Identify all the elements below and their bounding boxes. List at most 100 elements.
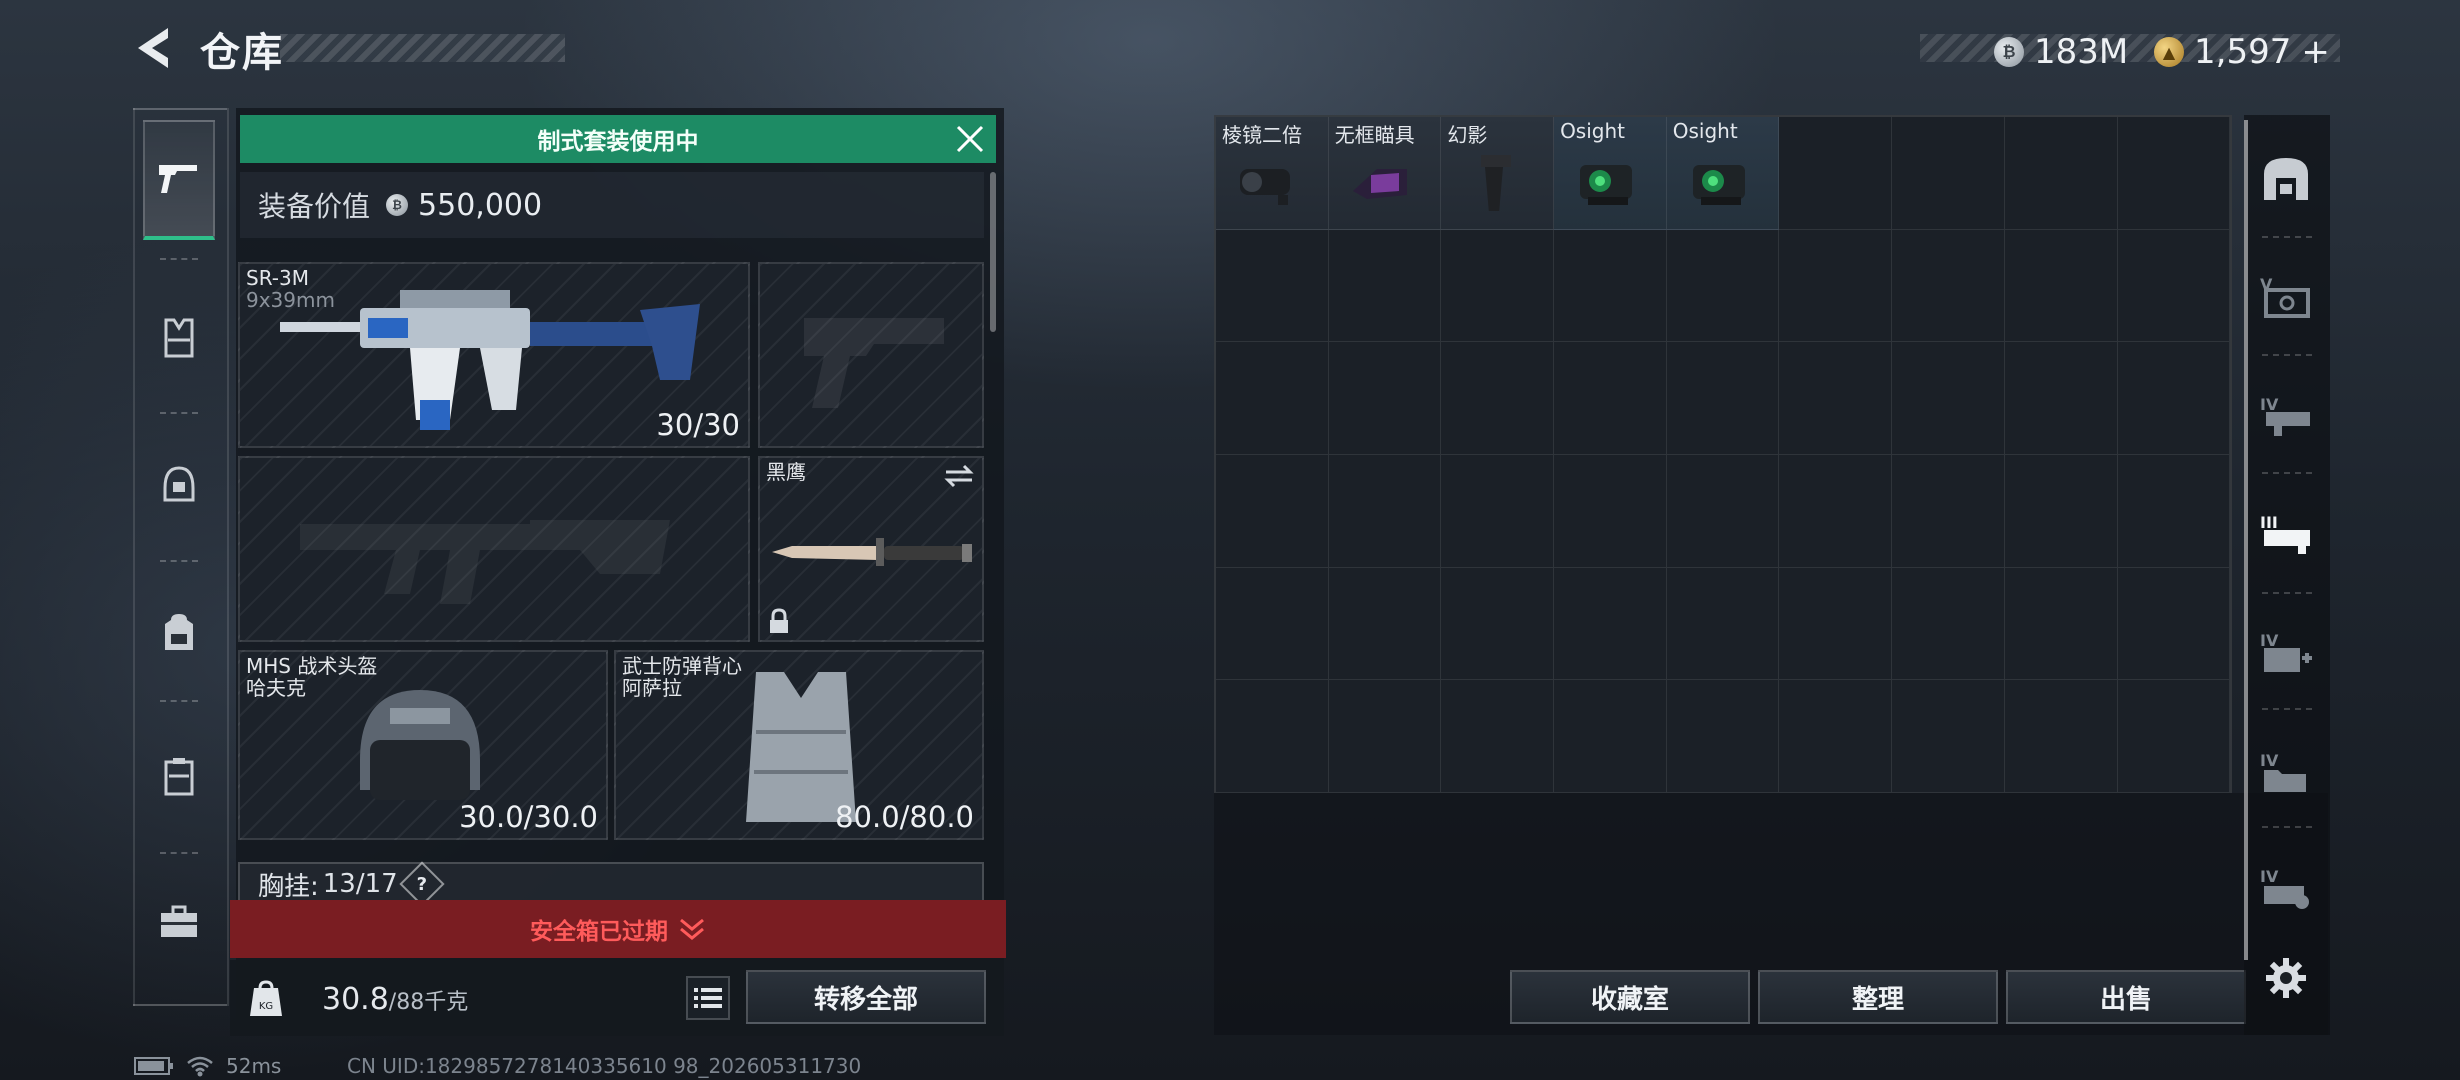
list-view-button[interactable] (686, 976, 730, 1020)
storage-item[interactable]: 无框瞄具 (1328, 117, 1442, 230)
tab-storage-iv-medical[interactable]: IV (2254, 620, 2318, 684)
storage-empty-cell[interactable] (1666, 567, 1780, 681)
storage-empty-cell[interactable] (1216, 342, 1329, 456)
storage-empty-cell[interactable] (1441, 680, 1555, 794)
storage-empty-cell[interactable] (1779, 342, 1893, 456)
storage-empty-cell[interactable] (1892, 455, 2005, 568)
silver-coin-icon: ₿ (1994, 37, 2024, 67)
storage-empty-cell[interactable] (1216, 567, 1329, 681)
storage-empty-cell[interactable] (1328, 455, 1442, 568)
back-button[interactable] (130, 24, 178, 72)
storage-empty-cell[interactable] (1328, 342, 1442, 456)
storage-empty-cell[interactable] (1328, 567, 1442, 681)
storage-empty-cell[interactable] (1554, 455, 1667, 568)
storage-empty-cell[interactable] (1216, 680, 1329, 794)
storage-item[interactable]: Osight (1554, 117, 1667, 230)
storage-empty-cell[interactable] (1666, 680, 1780, 794)
sell-button[interactable]: 出售 (2006, 970, 2246, 1024)
storage-empty-cell[interactable] (1779, 680, 1893, 794)
tab-warehouse[interactable] (2254, 146, 2318, 210)
storage-tab-scrollbar[interactable] (2244, 120, 2248, 960)
storage-empty-cell[interactable] (1216, 455, 1329, 568)
close-icon[interactable] (954, 123, 986, 155)
storage-empty-cell[interactable] (2004, 117, 2118, 230)
collection-room-button[interactable]: 收藏室 (1510, 970, 1750, 1024)
storage-empty-cell[interactable] (2117, 229, 2231, 343)
storage-empty-cell[interactable] (1441, 567, 1555, 681)
storage-empty-cell[interactable] (1666, 342, 1780, 456)
tab-divider (2262, 826, 2312, 828)
storage-empty-cell[interactable] (2004, 567, 2118, 681)
transfer-all-button[interactable]: 转移全部 (746, 970, 986, 1024)
storage-empty-cell[interactable] (2004, 680, 2118, 794)
storage-empty-cell[interactable] (2117, 455, 2231, 568)
banner-text: 制式套装使用中 (537, 129, 699, 155)
storage-empty-cell[interactable] (2117, 117, 2231, 230)
storage-empty-cell[interactable] (2117, 680, 2231, 794)
category-backpack[interactable] (143, 572, 215, 692)
rail-divider (133, 108, 227, 110)
vest-slot[interactable]: 武士防弹背心 阿萨拉 80.0/80.0 (614, 650, 984, 840)
storage-empty-cell[interactable] (1554, 229, 1667, 343)
storage-empty-cell[interactable] (1328, 680, 1442, 794)
item-name: 幻影 (1447, 123, 1488, 147)
storage-empty-cell[interactable] (1892, 342, 2005, 456)
chevron-down-icon (680, 918, 704, 940)
sidearm-slot[interactable] (758, 262, 984, 448)
swap-icon[interactable] (944, 464, 974, 488)
storage-empty-cell[interactable] (1328, 229, 1442, 343)
storage-empty-cell[interactable] (1216, 229, 1329, 343)
tab-storage-iv-ammo[interactable]: IV (2254, 856, 2318, 920)
category-container[interactable] (143, 716, 215, 836)
organize-button[interactable]: 整理 (1758, 970, 1998, 1024)
storage-item[interactable]: 棱镜二倍 (1216, 117, 1329, 230)
storage-empty-cell[interactable] (1441, 229, 1555, 343)
category-toolbox[interactable] (143, 862, 215, 982)
storage-item[interactable]: Osight (1666, 117, 1780, 230)
storage-empty-cell[interactable] (1441, 455, 1555, 568)
vest-name: 武士防弹背心 (622, 654, 742, 678)
storage-empty-cell[interactable] (2004, 455, 2118, 568)
category-helmet[interactable] (143, 424, 215, 544)
category-weapon[interactable] (143, 120, 215, 240)
storage-empty-cell[interactable] (1554, 680, 1667, 794)
storage-empty-cell[interactable] (2004, 342, 2118, 456)
storage-item[interactable]: 幻影 (1441, 117, 1555, 230)
storage-empty-cell[interactable] (1779, 567, 1893, 681)
tab-storage-iv-misc[interactable]: IV (2254, 740, 2318, 804)
storage-empty-cell[interactable] (1892, 229, 2005, 343)
storage-empty-cell[interactable] (1666, 229, 1780, 343)
storage-empty-cell[interactable] (1554, 567, 1667, 681)
storage-empty-cell[interactable] (1666, 455, 1780, 568)
storage-empty-cell[interactable] (1892, 567, 2005, 681)
melee-slot[interactable]: 黑鹰 (758, 456, 984, 642)
helmet-slot[interactable]: MHS 战术头盔 哈夫克 30.0/30.0 (238, 650, 608, 840)
primary-weapon-slot[interactable]: SR-3M 9x39mm 30/30 (238, 262, 750, 448)
storage-empty-cell[interactable] (2004, 229, 2118, 343)
storage-empty-cell[interactable] (1554, 342, 1667, 456)
storage-empty-cell[interactable] (2117, 342, 2231, 456)
storage-grid: 棱镜二倍 无框瞄具 幻影 Osight Osight (1216, 117, 2231, 794)
case-icon (164, 758, 194, 796)
settings-button[interactable] (2254, 946, 2318, 1010)
tab-divider (2262, 708, 2312, 710)
storage-empty-cell[interactable] (1441, 342, 1555, 456)
tab-storage-iv-weapons[interactable]: IV (2254, 384, 2318, 448)
tab-storage-iii-attachments[interactable]: III (2254, 502, 2318, 566)
storage-empty-cell[interactable] (1779, 117, 1893, 230)
safebox-expired-warning[interactable]: 安全箱已过期 (230, 900, 1006, 958)
gold-coin-icon: ▲ (2154, 37, 2184, 67)
storage-empty-cell[interactable] (1892, 117, 2005, 230)
storage-empty-cell[interactable] (1779, 229, 1893, 343)
storage-empty-cell[interactable] (2117, 567, 2231, 681)
loadout-scrollbar[interactable] (990, 172, 996, 332)
add-currency-button[interactable]: + (2301, 32, 2330, 72)
storage-empty-cell[interactable] (1892, 680, 2005, 794)
battery-icon (134, 1057, 173, 1075)
tab-storage-v[interactable]: V (2254, 264, 2318, 328)
category-divider (160, 700, 198, 702)
item-name: 棱镜二倍 (1222, 123, 1302, 147)
storage-empty-cell[interactable] (1779, 455, 1893, 568)
category-armor[interactable] (143, 278, 215, 398)
secondary-weapon-slot[interactable] (238, 456, 750, 642)
